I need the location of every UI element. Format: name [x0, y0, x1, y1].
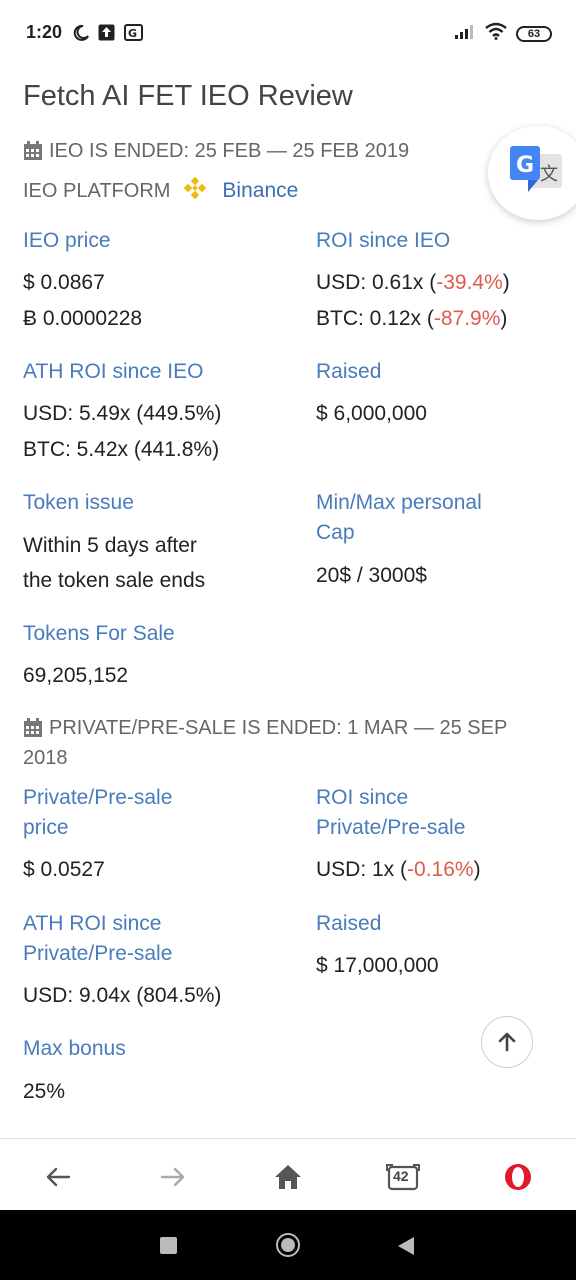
roi-usd-suffix: ) [502, 271, 510, 294]
signal-icon [454, 23, 476, 44]
max-bonus-label: Max bonus [23, 1037, 126, 1060]
ath-usd-value: USD: 5.49x (449.5%) [23, 402, 222, 425]
roi-btc-value: BTC: 0.12x (-87.9%) [316, 301, 507, 337]
ieo-platform-row: IEO PLATFORM Binance [23, 176, 298, 205]
presale-ath-label-line1: ATH ROI since [23, 912, 162, 935]
tokens-for-sale-label: Tokens For Sale [23, 622, 175, 645]
presale-roi-suffix: ) [473, 858, 481, 881]
roi-btc-prefix: BTC: 0.12x ( [316, 307, 434, 330]
roi-since-ieo-label: ROI since IEO [316, 229, 451, 252]
presale-status-year-text: 2018 [23, 747, 68, 769]
tabs-count: 42 [393, 1168, 409, 1184]
triangle-back-icon [398, 1237, 414, 1255]
max-bonus-value: 25% [23, 1080, 66, 1103]
battery-indicator: 63 [516, 25, 552, 42]
roi-btc-suffix: ) [500, 307, 508, 330]
presale-roi-prefix: USD: 1x ( [316, 858, 408, 881]
tabs-button[interactable]: 42 [383, 1157, 423, 1197]
presale-price-label-line2: price [23, 816, 69, 839]
cap-label-line2: Cap [316, 521, 355, 544]
presale-price-label-line1: Private/Pre-sale [23, 786, 173, 809]
cap-value: 20$ / 3000$ [316, 564, 427, 587]
presale-raised-value: $ 17,000,000 [316, 954, 439, 977]
presale-price-usd: $ 0.0527 [23, 858, 105, 881]
home-icon [275, 1165, 301, 1189]
calendar-icon [24, 718, 42, 737]
presale-roi-label-line1: ROI since [316, 786, 409, 809]
presale-status: PRIVATE/PRE-SALE IS ENDED: 1 MAR — 25 SE… [23, 713, 543, 743]
presale-status-text: PRIVATE/PRE-SALE IS ENDED: 1 MAR — 25 SE… [49, 717, 508, 739]
roi-usd-pct: -39.4% [436, 271, 503, 294]
status-bar: 1:20 G 63 [0, 0, 576, 54]
presale-roi-pct: -0.16% [407, 858, 474, 881]
raised-value: $ 6,000,000 [316, 402, 427, 425]
token-issue-label: Token issue [23, 491, 134, 514]
roi-usd-prefix: USD: 0.61x ( [316, 271, 437, 294]
roi-btc-pct: -87.9% [433, 307, 501, 330]
page-title: Fetch AI FET IEO Review [23, 80, 353, 112]
ieo-status-text: IEO IS ENDED: 25 FEB — 25 FEB 2019 [49, 140, 410, 162]
system-home-button[interactable] [275, 1232, 301, 1263]
translate-notification-icon: G [124, 24, 143, 46]
presale-roi-usd: USD: 1x (-0.16%) [316, 852, 481, 888]
ieo-status: IEO IS ENDED: 25 FEB — 25 FEB 2019 [23, 136, 543, 166]
wifi-icon [484, 22, 508, 45]
raised-label: Raised [316, 360, 382, 383]
arrow-up-icon [498, 1032, 516, 1052]
presale-status-year: 2018 [23, 743, 543, 773]
arrow-right-icon [160, 1167, 185, 1187]
roi-usd-value: USD: 0.61x (-39.4%) [316, 265, 510, 301]
cap-label-line1: Min/Max personal [316, 491, 482, 514]
tokens-for-sale-value: 69,205,152 [23, 664, 129, 687]
system-navigation-bar [0, 1210, 576, 1280]
status-time: 1:20 [26, 22, 63, 42]
ath-roi-ieo-label: ATH ROI since IEO [23, 360, 204, 383]
opera-menu-button[interactable] [498, 1157, 538, 1197]
circle-icon [276, 1233, 300, 1257]
ath-btc-value: BTC: 5.42x (441.8%) [23, 438, 220, 461]
svg-text:G: G [128, 27, 137, 40]
browser-bottom-nav: 42 [0, 1138, 576, 1210]
opera-logo-icon [505, 1164, 531, 1190]
recents-button[interactable] [160, 1237, 177, 1259]
page-content: Fetch AI FET IEO Review IEO IS ENDED: 25… [0, 54, 576, 1138]
svg-text:文: 文 [540, 164, 558, 185]
upload-notification-icon [98, 24, 115, 46]
ieo-price-usd: $ 0.0867 [23, 271, 105, 294]
binance-logo-icon [184, 176, 207, 205]
status-icons: 63 [454, 22, 552, 45]
scroll-to-top-button[interactable] [481, 1016, 533, 1068]
home-button[interactable] [268, 1157, 308, 1197]
presale-roi-label-line2: Private/Pre-sale [316, 816, 466, 839]
moon-icon [72, 24, 90, 47]
token-issue-line1: Within 5 days after [23, 534, 197, 557]
presale-raised-label: Raised [316, 912, 382, 935]
platform-link-binance[interactable]: Binance [222, 179, 298, 203]
square-icon [160, 1237, 177, 1254]
ieo-price-label: IEO price [23, 229, 111, 252]
google-translate-icon: 文 G [510, 146, 562, 192]
arrow-left-icon [46, 1167, 71, 1187]
google-translate-button[interactable]: 文 G [488, 126, 576, 220]
ieo-platform-label: IEO PLATFORM [23, 179, 171, 202]
system-back-button[interactable] [397, 1236, 415, 1261]
token-issue-line2: the token sale ends [23, 569, 206, 592]
forward-button[interactable] [153, 1157, 193, 1197]
presale-ath-label-line2: Private/Pre-sale [23, 942, 173, 965]
svg-text:G: G [516, 153, 534, 178]
calendar-icon [24, 141, 42, 160]
ieo-price-btc: Ƀ 0.0000228 [23, 307, 143, 330]
presale-ath-usd: USD: 9.04x (804.5%) [23, 984, 222, 1007]
back-button[interactable] [38, 1157, 78, 1197]
